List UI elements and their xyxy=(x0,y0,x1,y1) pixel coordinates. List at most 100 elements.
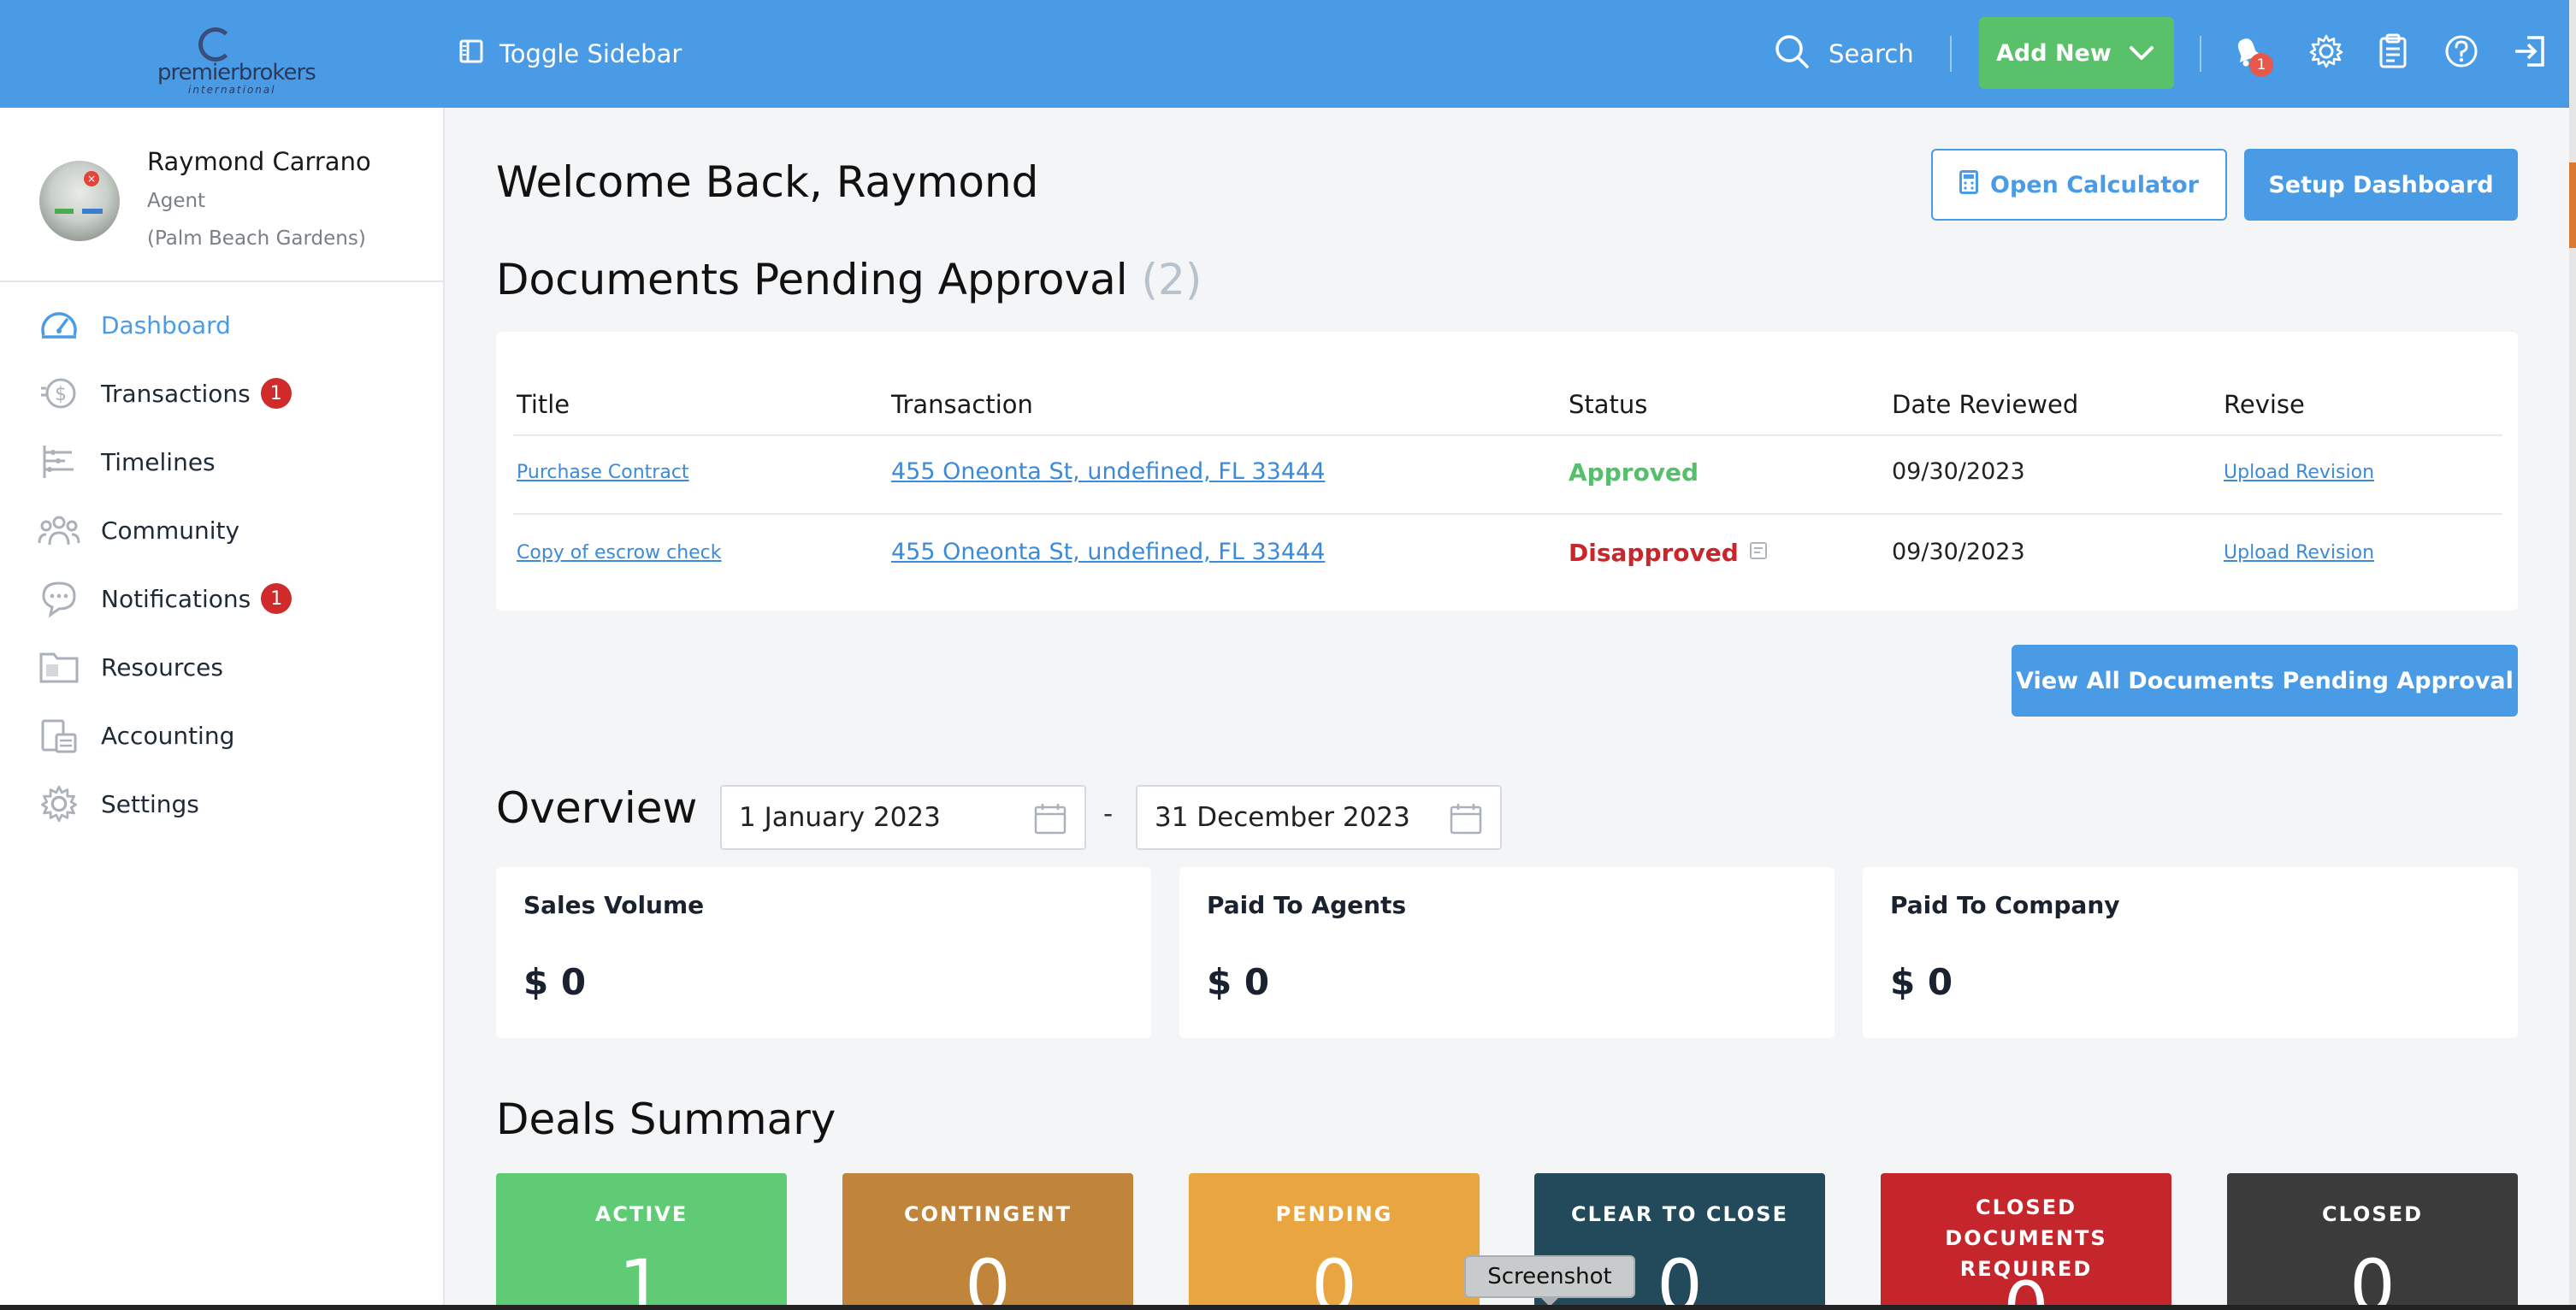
status-badge: Approved xyxy=(1569,458,1699,487)
avatar-detail xyxy=(82,209,103,214)
document-title-link[interactable]: Copy of escrow check xyxy=(517,542,722,564)
sidebar-item-resources[interactable]: Resources xyxy=(38,641,223,693)
sidebar-item-label: Timelines xyxy=(101,447,216,476)
gear-icon xyxy=(38,782,80,825)
status-cell: Disapproved xyxy=(1569,539,1768,567)
profile-role: Agent xyxy=(147,190,206,212)
sidebar-item-accounting[interactable]: Accounting xyxy=(38,710,234,761)
sidebar-item-label: Accounting xyxy=(101,721,235,750)
profile-name: Raymond Carrano xyxy=(147,147,371,176)
toggle-sidebar-button[interactable]: Toggle Sidebar xyxy=(458,32,682,75)
screenshot-tooltip: Screenshot xyxy=(1464,1255,1635,1298)
date-from-input[interactable]: 1 January 2023 xyxy=(720,785,1086,850)
sidebar-item-dashboard[interactable]: Dashboard xyxy=(38,299,231,351)
upload-revision-link[interactable]: Upload Revision xyxy=(2224,462,2374,483)
sidebar-item-settings[interactable]: Settings xyxy=(38,778,199,829)
sidebar-item-label: Transactions xyxy=(101,379,251,408)
chevron-down-icon xyxy=(2128,39,2155,73)
sidebar-item-label: Settings xyxy=(101,789,199,818)
deal-count: 0 xyxy=(2349,1244,2396,1310)
divider xyxy=(1950,36,1952,72)
documents-pending-title: Documents Pending Approval xyxy=(496,255,1128,304)
stat-label: Paid To Agents xyxy=(1207,891,1407,919)
search-button[interactable]: Search xyxy=(1774,32,1914,75)
help-button[interactable] xyxy=(2439,31,2484,75)
stat-card-paid-to-agents: Paid To Agents $ 0 xyxy=(1179,867,1835,1038)
status-badge: Disapproved xyxy=(1569,539,1739,567)
avatar-detail xyxy=(55,209,74,214)
note-icon[interactable] xyxy=(1749,540,1768,566)
calendar-icon[interactable] xyxy=(1033,802,1067,843)
deals-summary-heading: Deals Summary xyxy=(496,1095,836,1144)
avatar[interactable]: × xyxy=(39,161,120,241)
date-from-value: 1 January 2023 xyxy=(739,802,941,833)
sidebar-item-label: Dashboard xyxy=(101,310,231,339)
clipboard-button[interactable] xyxy=(2371,31,2415,75)
stat-card-paid-to-company: Paid To Company $ 0 xyxy=(1863,867,2518,1038)
add-new-button[interactable]: Add New xyxy=(1979,17,2174,89)
search-icon xyxy=(1774,33,1810,75)
sidebar-item-timelines[interactable]: Timelines xyxy=(38,436,216,487)
profile-office: (Palm Beach Gardens) xyxy=(147,227,366,250)
sidebar-item-notifications[interactable]: Notifications 1 xyxy=(38,573,292,624)
deal-tile-pending[interactable]: PENDING 0 xyxy=(1189,1173,1480,1310)
logout-button[interactable] xyxy=(2508,31,2552,75)
dashboard-gauge-icon xyxy=(38,304,80,346)
stat-value: $ 0 xyxy=(1207,961,1270,1003)
sidebar: × Raymond Carrano Agent (Palm Beach Gard… xyxy=(0,108,445,1305)
calendar-icon[interactable] xyxy=(1449,802,1483,843)
window-edge-accent xyxy=(2569,162,2576,248)
transaction-link[interactable]: 455 Oneonta St, undefined, FL 33444 xyxy=(891,458,1325,485)
sidebar-item-transactions[interactable]: $ Transactions 1 xyxy=(38,368,292,419)
deal-label: CLOSED xyxy=(2321,1202,2424,1226)
view-all-documents-button[interactable]: View All Documents Pending Approval xyxy=(2012,645,2518,717)
open-calculator-button[interactable]: Open Calculator xyxy=(1931,149,2227,221)
deal-tile-contingent[interactable]: CONTINGENT 0 xyxy=(842,1173,1133,1310)
table-divider xyxy=(513,513,2502,515)
dollar-clock-icon: $ xyxy=(38,372,80,415)
column-header-transaction: Transaction xyxy=(891,390,1033,419)
company-logo[interactable]: premierbrokers international xyxy=(154,24,316,96)
deal-count: 1 xyxy=(618,1244,665,1310)
upload-revision-link[interactable]: Upload Revision xyxy=(2224,542,2374,564)
toggle-sidebar-label: Toggle Sidebar xyxy=(499,39,682,68)
chat-bubble-icon xyxy=(38,577,80,620)
deal-label: ACTIVE xyxy=(594,1202,688,1226)
deal-tile-closed[interactable]: CLOSED 0 xyxy=(2227,1173,2518,1310)
window-bottom-edge xyxy=(0,1305,2576,1310)
settings-button[interactable] xyxy=(2304,31,2349,75)
sidebar-item-community[interactable]: Community xyxy=(38,505,239,556)
sidebar-item-label: Resources xyxy=(101,652,223,682)
search-label: Search xyxy=(1829,39,1914,68)
stat-label: Sales Volume xyxy=(523,891,705,919)
divider xyxy=(2200,36,2201,72)
deal-tile-closed-documents-required[interactable]: CLOSED DOCUMENTS REQUIRED 0 xyxy=(1881,1173,2171,1310)
date-reviewed: 09/30/2023 xyxy=(1892,539,2025,565)
stat-value: $ 0 xyxy=(1890,961,1953,1003)
date-reviewed: 09/30/2023 xyxy=(1892,458,2025,485)
date-to-value: 31 December 2023 xyxy=(1155,802,1410,833)
notifications-bell-button[interactable]: 1 xyxy=(2225,31,2273,77)
add-new-label: Add New xyxy=(1996,39,2112,67)
date-range-separator: - xyxy=(1103,799,1114,829)
document-title-link[interactable]: Purchase Contract xyxy=(517,462,689,483)
deal-count: 0 xyxy=(965,1244,1011,1310)
column-header-date-reviewed: Date Reviewed xyxy=(1892,390,2079,419)
notification-count-badge: 1 xyxy=(2249,53,2273,77)
timeline-icon xyxy=(38,440,80,483)
documents-pending-heading: Documents Pending Approval (2) xyxy=(496,255,1202,304)
user-profile: × Raymond Carrano Agent (Palm Beach Gard… xyxy=(0,108,445,282)
date-to-input[interactable]: 31 December 2023 xyxy=(1136,785,1502,850)
documents-pending-table: Title Transaction Status Date Reviewed R… xyxy=(496,332,2518,611)
logout-icon xyxy=(2512,33,2548,73)
close-icon: × xyxy=(84,171,99,186)
setup-dashboard-button[interactable]: Setup Dashboard xyxy=(2244,149,2518,221)
deal-label: PENDING xyxy=(1275,1202,1393,1226)
transaction-link[interactable]: 455 Oneonta St, undefined, FL 33444 xyxy=(891,539,1325,565)
open-calculator-label: Open Calculator xyxy=(1990,171,2199,198)
deal-tile-active[interactable]: ACTIVE 1 xyxy=(496,1173,787,1310)
page-title: Welcome Back, Raymond xyxy=(496,157,1039,207)
help-icon xyxy=(2443,33,2479,73)
gear-icon xyxy=(2308,33,2344,73)
deal-label: CONTINGENT xyxy=(903,1202,1072,1226)
